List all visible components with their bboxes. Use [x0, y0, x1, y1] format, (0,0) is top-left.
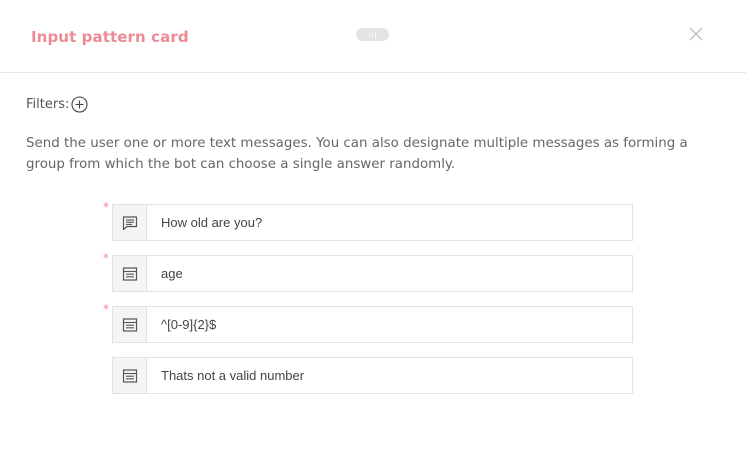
message-field: [112, 204, 633, 241]
required-marker: *: [103, 251, 109, 265]
list-icon: [113, 307, 147, 342]
card-title: Input pattern card: [31, 28, 189, 46]
drag-handle[interactable]: [356, 28, 389, 41]
variable-name-input[interactable]: [147, 256, 632, 291]
list-icon: [113, 358, 147, 393]
grip-line-icon: [372, 31, 373, 38]
pattern-field: [112, 306, 633, 343]
grip-line-icon: [369, 31, 370, 38]
message-input[interactable]: [147, 205, 632, 240]
filters-label: Filters:: [26, 97, 70, 112]
pattern-input[interactable]: [147, 307, 632, 342]
required-marker: *: [103, 200, 109, 214]
error-message-field: [112, 357, 633, 394]
close-icon[interactable]: [686, 24, 706, 44]
grip-line-icon: [375, 31, 376, 38]
filters-row: Filters:: [26, 96, 88, 113]
message-icon: [113, 205, 147, 240]
add-filter-icon[interactable]: [71, 96, 88, 113]
required-marker: *: [103, 302, 109, 316]
error-message-input[interactable]: [147, 358, 632, 393]
card-description: Send the user one or more text messages.…: [26, 136, 688, 172]
card-header: Input pattern card: [0, 0, 746, 73]
variable-name-field: [112, 255, 633, 292]
list-icon: [113, 256, 147, 291]
